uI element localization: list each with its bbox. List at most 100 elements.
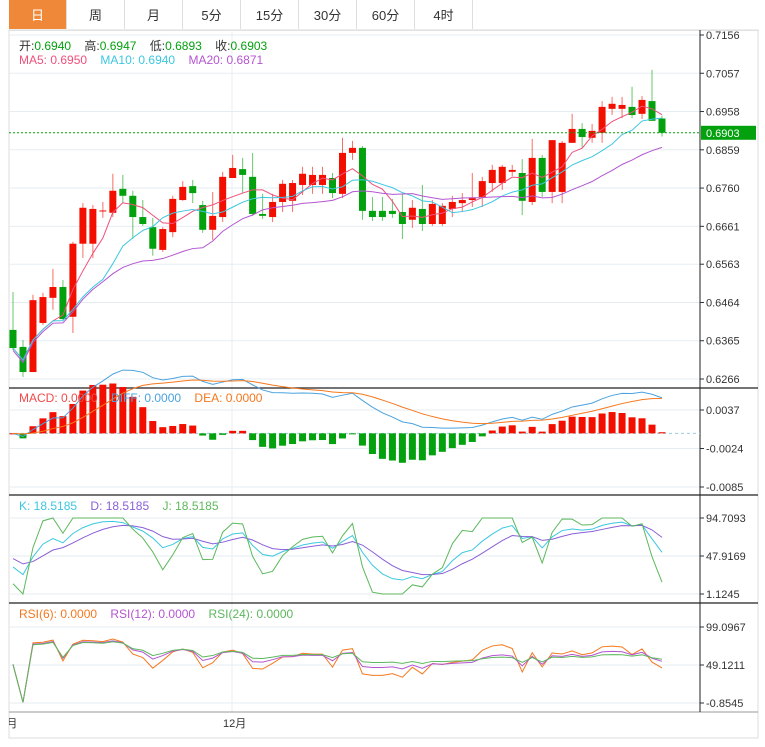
- ma-legend: MA5: 0.6950 MA10: 0.6940 MA20: 0.6871: [19, 53, 273, 67]
- macd-bar: [418, 433, 426, 461]
- macd-bar: [458, 433, 466, 445]
- candle-body: [299, 173, 307, 185]
- macd-bar: [578, 416, 586, 434]
- rsi12-value: RSI(12): 0.0000: [110, 607, 196, 621]
- macd-bar: [169, 425, 177, 434]
- macd-bar: [558, 420, 566, 434]
- low-value: 0.6893: [165, 39, 202, 53]
- macd-bar: [428, 433, 436, 456]
- j-value: J: 18.5185: [162, 499, 219, 513]
- candle-body: [568, 128, 576, 143]
- candle-body: [508, 169, 516, 172]
- macd-bar: [299, 433, 307, 442]
- price-tick-label: 0.6464: [706, 297, 740, 309]
- kdj-tick-label: 47.9169: [706, 551, 746, 563]
- macd-bar: [338, 433, 346, 439]
- candle-body: [468, 198, 476, 201]
- macd-bar: [199, 433, 207, 436]
- candle-body: [49, 287, 57, 298]
- macd-bar: [149, 421, 157, 434]
- candle-body: [458, 200, 466, 204]
- macd-bar: [488, 430, 496, 434]
- candle-body: [259, 213, 267, 216]
- last-price-label: 0.6903: [706, 128, 740, 140]
- macd-bar: [388, 433, 396, 461]
- macd-bar: [249, 433, 257, 441]
- close-value: 0.6903: [230, 39, 268, 53]
- candle-body: [269, 201, 277, 218]
- candle-body: [388, 210, 396, 214]
- high-label: 高:: [84, 39, 100, 53]
- macd-bar: [159, 427, 167, 434]
- macd-bar: [618, 413, 626, 434]
- candle-body: [29, 300, 37, 373]
- price-tick-label: 0.6365: [706, 336, 740, 348]
- rsi24-value: RSI(24): 0.0000: [208, 607, 294, 621]
- candle-body: [139, 217, 147, 225]
- price-tick-label: 0.6266: [706, 374, 740, 386]
- macd-bar: [508, 425, 516, 434]
- rsi-tick-label: 49.1211: [706, 660, 745, 672]
- price-tick-label: 0.7156: [706, 30, 740, 42]
- macd-bar: [648, 424, 656, 434]
- macd-bar: [59, 416, 67, 434]
- ohlc-legend: 开:0.6940 高:0.6947 低:0.6893 收:0.6903: [19, 37, 277, 54]
- x-label-dec: 12月: [223, 718, 247, 730]
- price-tick-label: 0.6958: [706, 107, 740, 119]
- high-value: 0.6947: [99, 39, 137, 53]
- ma5-value: MA5: 0.6950: [19, 53, 88, 67]
- candle-body: [608, 103, 616, 109]
- candle-body: [658, 118, 666, 133]
- macd-bar: [368, 433, 376, 455]
- macd-bar: [568, 416, 576, 434]
- candle-body: [558, 142, 566, 192]
- candle-body: [249, 176, 257, 214]
- macd-bar: [518, 431, 526, 434]
- macd-bar: [219, 433, 227, 435]
- macd-bar: [588, 417, 596, 434]
- kline-chart[interactable]: 0.7156 0.7057 0.6958 0.6859 0.6760 0.6661 0.65…: [0, 0, 765, 747]
- macd-bar: [358, 433, 366, 446]
- candle-body: [39, 297, 47, 323]
- price-tick-label: 0.6563: [706, 259, 740, 271]
- dea-value: DEA: 0.0000: [194, 391, 263, 405]
- candle-body: [179, 186, 187, 201]
- candle-body: [368, 210, 376, 218]
- candle-body: [488, 169, 496, 184]
- candle-body: [99, 210, 107, 212]
- candle-body: [279, 183, 287, 202]
- candle-body: [209, 215, 217, 230]
- candle-body: [9, 329, 17, 349]
- candle-body: [159, 229, 167, 250]
- price-tick-label: 0.6859: [706, 145, 740, 157]
- macd-bar: [289, 433, 297, 445]
- macd-bar: [229, 430, 237, 434]
- candle-body: [648, 101, 656, 121]
- price-tick-label: 0.6661: [706, 221, 740, 233]
- candle-body: [398, 212, 406, 225]
- macd-bar: [348, 433, 356, 435]
- candle-body: [169, 198, 177, 233]
- rsi6-value: RSI(6): 0.0000: [19, 607, 98, 621]
- macd-bar: [179, 424, 187, 434]
- macd-bar: [528, 426, 536, 434]
- macd-bar: [398, 433, 406, 463]
- macd-bar: [448, 433, 456, 449]
- candle-body: [149, 227, 157, 249]
- candle-body: [408, 207, 416, 220]
- macd-bar: [309, 433, 317, 441]
- open-value: 0.6940: [34, 39, 72, 53]
- chart-frame: [8, 29, 759, 739]
- macd-bar: [548, 424, 556, 434]
- macd-value: MACD: 0.0000: [19, 391, 98, 405]
- candle-body: [119, 188, 127, 196]
- rsi12-line: [12, 640, 663, 703]
- k-value: K: 18.5185: [19, 499, 78, 513]
- macd-bar: [139, 407, 147, 434]
- price-tick-label: 0.6760: [706, 183, 740, 195]
- candle-body: [538, 157, 546, 192]
- price-tick-label: 0.7057: [706, 68, 740, 80]
- candle-body: [239, 169, 247, 175]
- diff-value: DIFF: 0.0000: [111, 391, 182, 405]
- candle-body: [129, 195, 137, 218]
